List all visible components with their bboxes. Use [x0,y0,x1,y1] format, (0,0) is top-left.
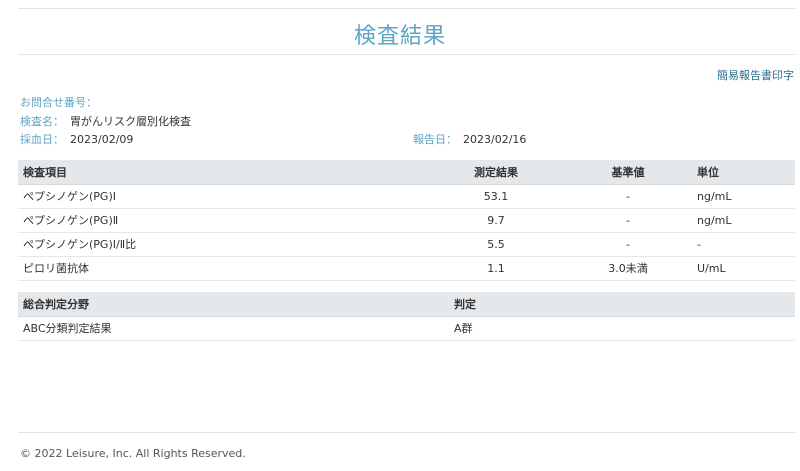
column-header-judgement-category: 総合判定分野 [18,292,449,317]
column-header-judgement: 判定 [449,292,795,317]
column-header-test-item: 検査項目 [18,160,428,185]
column-header-measured-result: 測定結果 [428,160,564,185]
blood-draw-date-value: 2023/02/09 [70,133,134,146]
report-date-value: 2023/02/16 [463,133,527,146]
test-name-value: 胃がんリスク層別化検査 [70,115,191,128]
cell-reference-value: 3.0未満 [564,256,692,281]
cell-test-item: ペプシノゲン(PG)Ⅱ [18,208,428,233]
table-row: ABC分類判定結果 A群 [18,316,795,341]
cell-unit: - [692,232,795,257]
cell-unit: ng/mL [692,208,795,233]
judgement-header-row: 総合判定分野 判定 [18,292,795,317]
cell-test-item: ペプシノゲン(PG)Ⅰ [18,184,428,209]
cell-unit: U/mL [692,256,795,281]
cell-measured-result: 9.7 [428,208,564,233]
report-date-label: 報告日： [413,133,457,146]
cell-reference-value: - [564,208,692,233]
cell-reference-value: - [564,184,692,209]
table-row: ペプシノゲン(PG)Ⅱ 9.7 - ng/mL [18,208,795,233]
cell-test-item: ペプシノゲン(PG)Ⅰ/Ⅱ比 [18,232,428,257]
cell-test-item: ピロリ菌抗体 [18,256,428,281]
test-name-row: 検査名： 胃がんリスク層別化検査 [20,115,191,129]
title-divider [18,54,796,55]
cell-reference-value: - [564,232,692,257]
blood-draw-date-label: 採血日： [20,133,64,146]
cell-measured-result: 1.1 [428,256,564,281]
table-row: ペプシノゲン(PG)Ⅰ 53.1 - ng/mL [18,184,795,209]
cell-judgement-result: A群 [449,316,795,341]
copyright-text: © 2022 Leisure, Inc. All Rights Reserved… [20,447,246,460]
judgement-table: 総合判定分野 判定 ABC分類判定結果 A群 [18,292,795,341]
column-header-unit: 単位 [692,160,795,185]
table-row: ピロリ菌抗体 1.1 3.0未満 U/mL [18,256,795,281]
cell-measured-result: 53.1 [428,184,564,209]
blood-draw-date-row: 採血日： 2023/02/09 [20,133,133,147]
top-divider [18,8,796,9]
page-title: 検査結果 [353,24,446,49]
table-row: ペプシノゲン(PG)Ⅰ/Ⅱ比 5.5 - - [18,232,795,257]
report-date-row: 報告日： 2023/02/16 [413,133,526,147]
results-table: 検査項目 測定結果 基準値 単位 ペプシノゲン(PG)Ⅰ 53.1 - ng/m… [18,160,795,281]
print-report-link[interactable]: 簡易報告書印字 [717,67,794,83]
column-header-reference-value: 基準値 [564,160,692,185]
results-header-row: 検査項目 測定結果 基準値 単位 [18,160,795,185]
footer-divider [18,432,796,433]
cell-judgement-category: ABC分類判定結果 [18,316,449,341]
cell-unit: ng/mL [692,184,795,209]
inquiry-number-row: お問合せ番号： [20,96,103,110]
test-name-label: 検査名： [20,115,64,128]
cell-measured-result: 5.5 [428,232,564,257]
inquiry-number-label: お問合せ番号： [20,96,97,109]
